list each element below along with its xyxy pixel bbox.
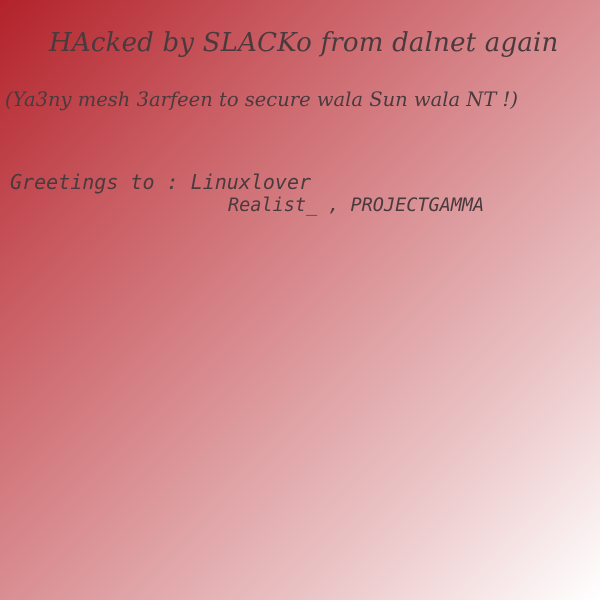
greetings-line-1: Greetings to : Linuxlover xyxy=(10,170,312,194)
greetings-block: Greetings to : Linuxlover Realist_ , PRO… xyxy=(10,170,484,218)
subline-message: (Ya3ny mesh 3arfeen to secure wala Sun w… xyxy=(5,88,518,111)
greetings-line-2: Realist_ , PROJECTGAMMA xyxy=(228,195,485,216)
hacked-headline: HAcked by SLACKo from dalnet again xyxy=(49,28,559,58)
defaced-page: { "headline": "HAcked by SLACKo from dal… xyxy=(0,0,600,600)
